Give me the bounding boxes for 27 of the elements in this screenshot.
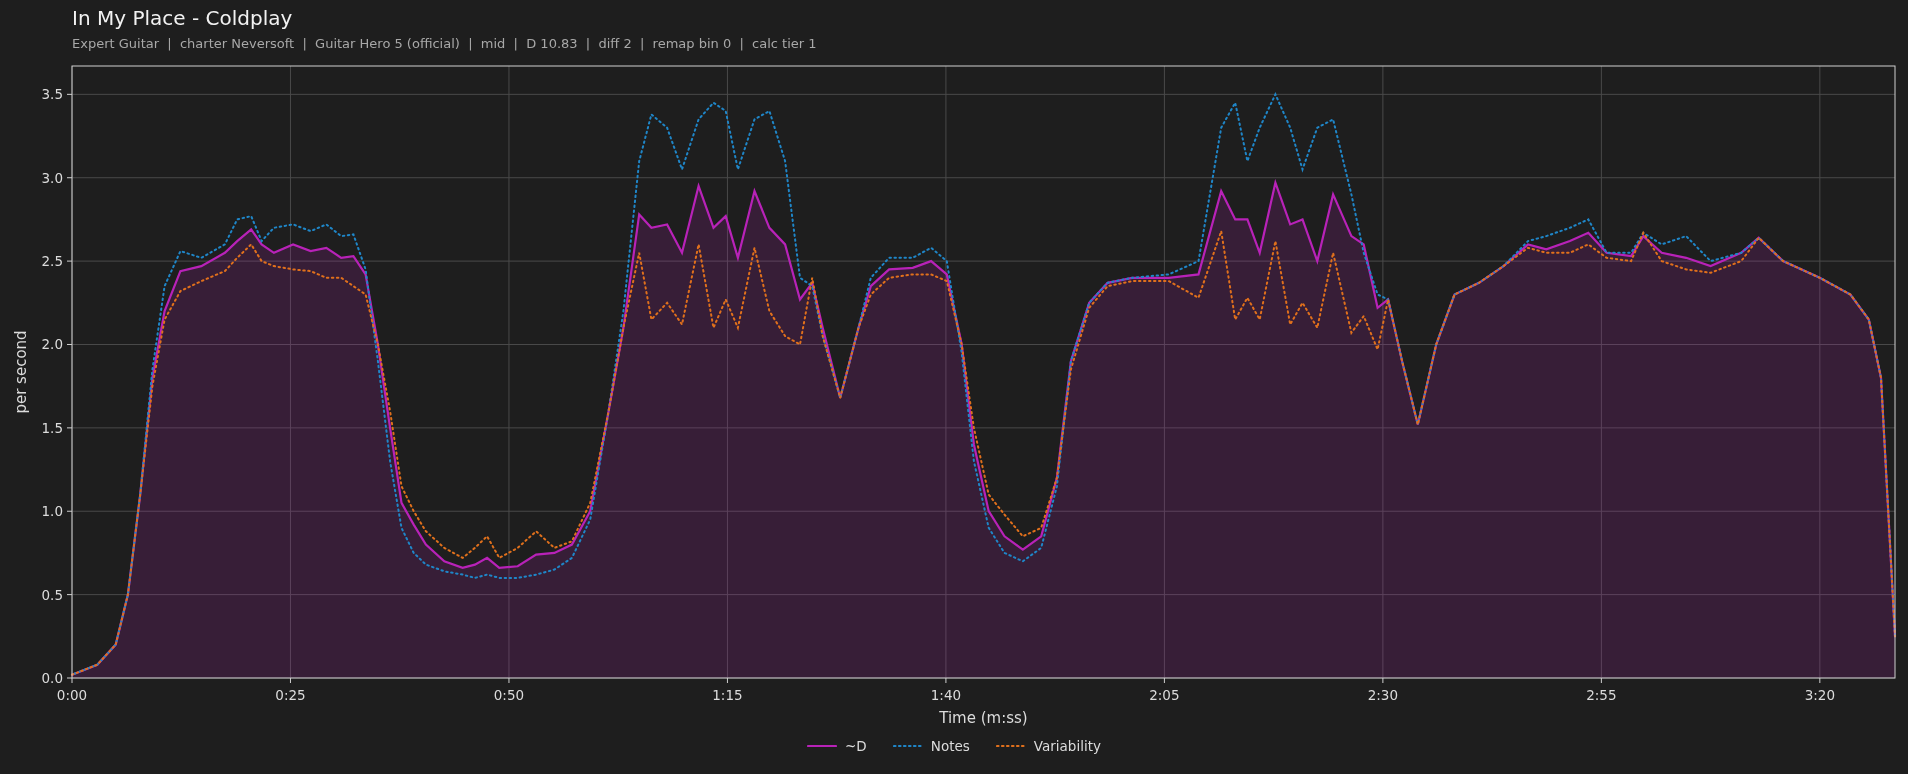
y-tick-label: 0.5	[41, 586, 63, 603]
x-tick-label: 2:55	[1586, 687, 1617, 703]
legend-label: ~D	[845, 738, 867, 754]
legend-line-icon	[995, 744, 1026, 748]
x-tick-label: 2:05	[1149, 687, 1180, 703]
y-tick-label: 2.5	[41, 253, 63, 270]
chart-subtitle: Expert Guitar | charter Neversoft | Guitar Hero 5 (official) | mid | D 10.83 | diff 2 | remap bin 0 | calc tier 1	[72, 36, 817, 51]
x-tick-label: 2:30	[1367, 687, 1399, 703]
legend-label: Notes	[930, 738, 970, 754]
y-tick-label: 2.0	[41, 336, 63, 353]
x-tick-label: 0:25	[275, 687, 306, 703]
x-axis-label: Time (m:ss)	[939, 709, 1028, 727]
y-tick-label: 3.5	[41, 86, 63, 103]
legend-line-icon	[892, 744, 923, 748]
chart-title: In My Place - Coldplay	[72, 6, 293, 30]
x-tick-label: 1:15	[712, 687, 743, 703]
y-tick-label: 1.5	[41, 419, 63, 436]
y-axis-label: per second	[12, 330, 30, 414]
y-tick-label: 0.0	[41, 670, 63, 686]
y-tick-label: 1.0	[41, 503, 63, 520]
legend-label: Variability	[1033, 738, 1101, 754]
x-tick-label: 0:00	[56, 687, 88, 703]
legend-line-icon	[807, 744, 838, 748]
x-tick-label: 3:20	[1804, 687, 1835, 703]
x-tick-label: 1:40	[930, 687, 962, 703]
y-tick-label: 3.0	[41, 169, 63, 186]
x-tick-label: 0:50	[493, 687, 525, 703]
